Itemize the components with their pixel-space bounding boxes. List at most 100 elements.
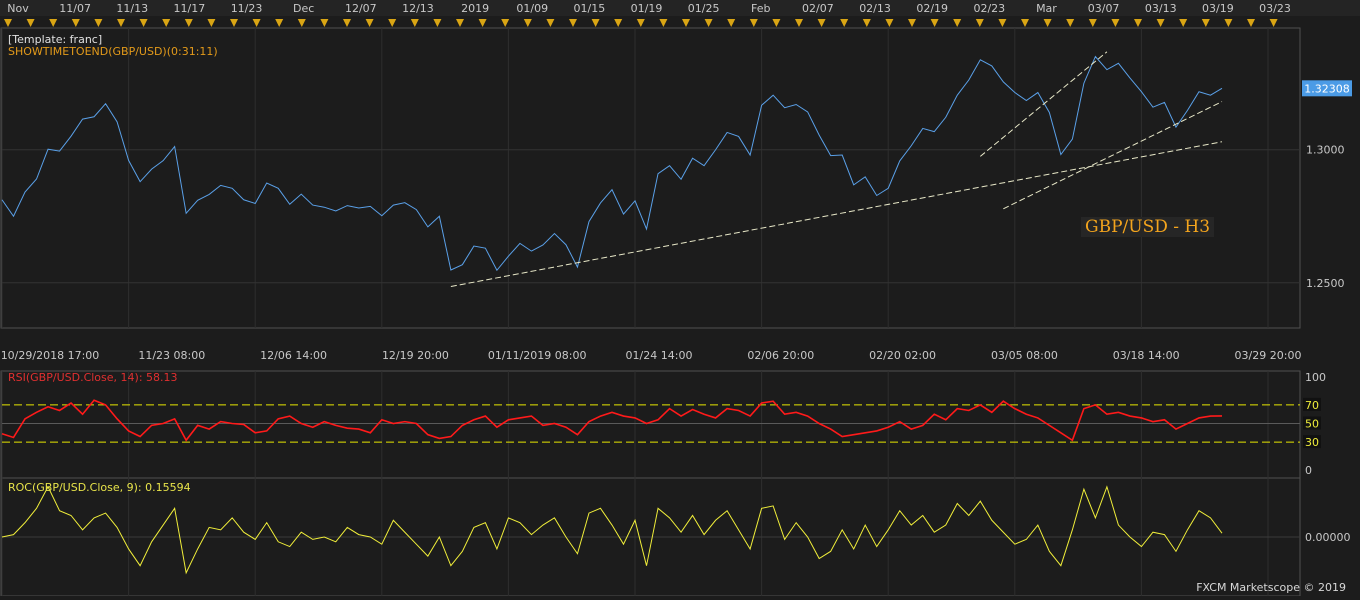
time-axis-tick-label: 03/18 14:00	[1113, 349, 1180, 362]
top-axis-tick-label: 01/25	[688, 2, 720, 15]
event-marker-icon	[1088, 19, 1097, 27]
event-marker-icon	[862, 19, 871, 27]
event-marker-icon	[727, 19, 736, 27]
rsi-axis-tick-label: 100	[1305, 371, 1326, 384]
panel-frame	[0, 370, 1301, 479]
top-axis-tick-label: 02/13	[859, 2, 891, 15]
top-axis-tick-label: 02/19	[916, 2, 948, 15]
time-axis-tick-label: 03/29 20:00	[1235, 349, 1302, 362]
trendline	[450, 141, 1223, 287]
event-marker-icon	[1269, 19, 1278, 27]
event-marker-icon	[1201, 19, 1210, 27]
event-marker-icon	[749, 19, 758, 27]
event-marker-icon	[659, 19, 668, 27]
top-axis-tick-label: 11/13	[116, 2, 148, 15]
top-axis-tick-label: 03/07	[1088, 2, 1120, 15]
event-marker-icon	[117, 19, 125, 27]
event-marker-icon	[456, 19, 464, 27]
roc-title: ROC(GBP/USD.Close, 9): 0.15594	[8, 481, 191, 494]
top-axis-tick-label: 01/19	[631, 2, 663, 15]
top-axis-tick-label: 02/07	[802, 2, 834, 15]
roc-series-line	[1, 485, 1223, 575]
price-axis-tick-label: 1.2500	[1306, 277, 1345, 290]
top-axis-tick-label: 03/13	[1145, 2, 1177, 15]
time-to-end-indicator: SHOWTIMETOEND(GBP/USD)(0:31:11)	[8, 45, 218, 58]
time-axis-tick-label: 02/06 20:00	[747, 349, 814, 362]
rsi-axis-tick-label: 30	[1305, 436, 1319, 449]
chart-canvas[interactable]: Nov 11/07 11/13 11/17 11/23 Dec 12/07 12/13 2019…	[0, 0, 1360, 597]
top-axis-tick-label: 01/15	[574, 2, 606, 15]
event-marker-icon	[139, 19, 148, 27]
chart-title: GBP/USD - H3	[1081, 217, 1215, 237]
event-marker-icon	[433, 19, 442, 27]
event-marker-icon	[252, 19, 261, 27]
event-marker-icon	[795, 19, 803, 27]
top-axis-tick-label: 11/23	[231, 2, 263, 15]
time-axis-tick-label: 12/06 14:00	[260, 349, 327, 362]
top-axis-tick-label: 11/07	[59, 2, 91, 15]
event-marker-icon	[817, 19, 826, 27]
event-marker-icon	[410, 19, 419, 27]
event-marker-icon	[546, 19, 555, 27]
event-marker-icon	[1134, 19, 1142, 27]
event-marker-icon	[704, 19, 713, 27]
event-marker-icon	[523, 19, 532, 27]
event-marker-icon	[4, 19, 12, 27]
event-marker-icon	[930, 19, 939, 27]
top-axis-tick-label: 12/13	[402, 2, 434, 15]
top-axis-tick-label: Nov	[7, 2, 29, 15]
top-axis-tick-label: 03/19	[1202, 2, 1234, 15]
event-marker-icon	[49, 19, 58, 27]
event-marker-icon	[975, 19, 984, 27]
price-axis-tick-label: 1.3000	[1306, 144, 1345, 157]
rsi-series-line	[1, 399, 1223, 442]
top-axis-tick-label: Feb	[751, 2, 770, 15]
event-marker-icon	[230, 19, 238, 27]
roc-axis-tick-label: 0.00000	[1305, 531, 1351, 544]
price-series-line	[1, 55, 1223, 272]
event-marker-icon	[1179, 19, 1188, 27]
event-marker-icon	[636, 19, 645, 27]
rsi-title: RSI(GBP/USD.Close, 14): 58.13	[8, 371, 178, 384]
top-axis-tick-label: 12/07	[345, 2, 377, 15]
top-axis-tick-label: 02/23	[973, 2, 1005, 15]
brand-footer: FXCM Marketscope © 2019	[1196, 581, 1346, 594]
event-marker-icon	[569, 19, 577, 27]
time-axis-tick-label: 01/24 14:00	[626, 349, 693, 362]
event-marker-icon	[1111, 19, 1120, 27]
event-marker-icon	[365, 19, 374, 27]
trendline	[979, 51, 1108, 157]
event-marker-icon	[501, 19, 510, 27]
event-marker-icon	[1224, 19, 1233, 27]
event-marker-icon	[71, 19, 80, 27]
event-marker-icon	[162, 19, 171, 27]
chart-window: Nov 11/07 11/13 11/17 11/23 Dec 12/07 12/13 2019…	[0, 0, 1360, 597]
time-axis-tick-label: 02/20 02:00	[869, 349, 936, 362]
event-marker-icon	[682, 19, 690, 27]
event-marker-icon	[1156, 19, 1165, 27]
event-marker-icon	[320, 19, 329, 27]
event-marker-icon	[1043, 19, 1052, 27]
rsi-axis-tick-label: 70	[1305, 399, 1319, 412]
event-marker-icon	[184, 19, 193, 27]
rsi-axis-tick-label: 0	[1305, 464, 1312, 477]
event-marker-icon	[297, 19, 306, 27]
event-marker-icon	[908, 19, 916, 27]
time-axis-tick-label: 11/23 08:00	[138, 349, 205, 362]
last-price-label: 1.32308	[1304, 82, 1350, 95]
event-marker-icon	[343, 19, 351, 27]
event-marker-icon	[94, 19, 103, 27]
event-marker-icon	[840, 19, 849, 27]
event-marker-icon	[207, 19, 216, 27]
event-marker-icon	[1066, 19, 1075, 27]
time-axis-tick-label: 12/19 20:00	[382, 349, 449, 362]
top-axis-tick-label: 11/17	[174, 2, 206, 15]
event-marker-icon	[388, 19, 397, 27]
time-axis-tick-label: 03/05 08:00	[991, 349, 1058, 362]
top-axis-tick-label: Dec	[293, 2, 314, 15]
event-marker-icon	[885, 19, 894, 27]
rsi-axis-tick-label: 50	[1305, 418, 1319, 431]
event-marker-icon	[26, 19, 35, 27]
time-axis-tick-label: 01/11/2019 08:00	[488, 349, 587, 362]
time-axis-tick-label: 10/29/2018 17:00	[1, 349, 100, 362]
